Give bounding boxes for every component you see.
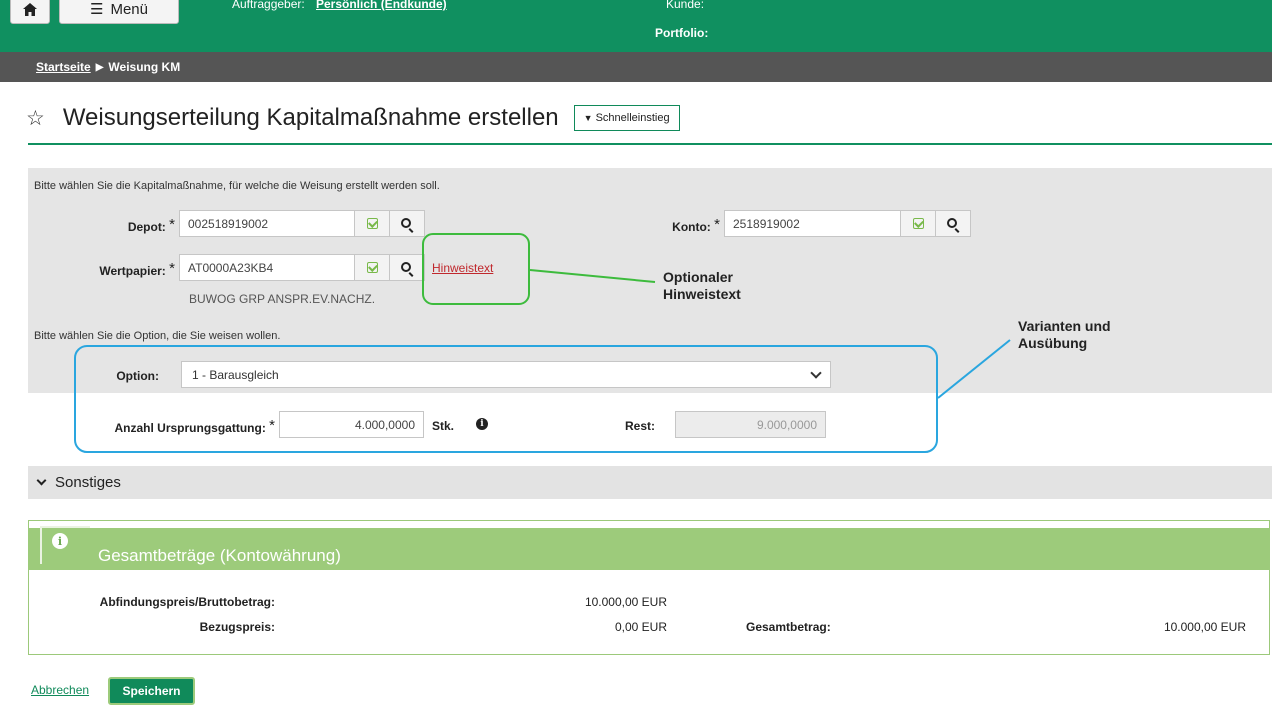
title-row: ☆ Weisungserteilung Kapitalmaßnahme erst… xyxy=(26,104,680,132)
totals-tab: i xyxy=(40,526,90,564)
depot-search-button[interactable] xyxy=(389,210,425,237)
chevron-down-icon xyxy=(36,475,47,486)
wertpapier-label: Wertpapier: * xyxy=(99,260,175,278)
wertpapier-input[interactable]: AT0000A23KB4 xyxy=(179,254,355,281)
wertpapier-confirm-button[interactable] xyxy=(354,254,390,281)
menu-button[interactable]: ☰ Menü xyxy=(59,0,179,24)
save-button[interactable]: Speichern xyxy=(108,677,195,705)
caret-down-icon: ▼ xyxy=(583,113,593,123)
check-square-icon xyxy=(366,218,378,229)
abfindung-value: 10.000,00 EUR xyxy=(584,595,667,609)
home-icon xyxy=(23,2,37,16)
favorite-star-icon[interactable]: ☆ xyxy=(26,108,45,129)
variant-callout-line1: Varianten und xyxy=(1018,318,1111,334)
info-icon: i xyxy=(52,533,68,549)
totals-title: Gesamtbeträge (Kontowährung) xyxy=(98,546,341,565)
hint-callout-line2: Hinweistext xyxy=(663,286,741,302)
totals-header: i Gesamtbeträge (Kontowährung) xyxy=(28,526,1270,570)
konto-search-button[interactable] xyxy=(935,210,971,237)
abfindung-label: Abfindungspreis/Bruttobetrag: xyxy=(99,595,275,609)
kunde-label: Kunde: xyxy=(666,0,705,11)
top-bar: ☰ Menü Auftraggeber: Persönlich (Endkund… xyxy=(0,0,1272,52)
bezug-value: 0,00 EUR xyxy=(614,620,667,634)
page-title: Weisungserteilung Kapitalmaßnahme erstel… xyxy=(62,104,559,131)
breadcrumb-home-link[interactable]: Startseite xyxy=(36,60,91,74)
quick-entry-label: Schnelleinstieg xyxy=(595,112,670,124)
search-icon xyxy=(947,217,957,228)
auftraggeber-label: Auftraggeber: xyxy=(232,0,305,11)
check-square-icon xyxy=(912,218,924,229)
konto-confirm-button[interactable] xyxy=(900,210,936,237)
home-button[interactable] xyxy=(10,0,50,24)
konto-input[interactable]: 2518919002 xyxy=(724,210,901,237)
breadcrumb-arrow-icon: ▶ xyxy=(95,61,104,73)
option-annotation-box xyxy=(74,345,938,453)
portfolio-label: Portfolio: xyxy=(655,26,709,40)
sonstiges-label: Sonstiges xyxy=(55,474,121,491)
quick-entry-button[interactable]: ▼ Schnelleinstieg xyxy=(573,105,680,131)
variant-callout-line2: Ausübung xyxy=(1018,335,1088,351)
hint-callout-line1: Optionaler xyxy=(663,269,734,285)
depot-confirm-button[interactable] xyxy=(354,210,390,237)
totals-card: i Gesamtbeträge (Kontowährung) Abfindung… xyxy=(28,520,1270,655)
bezug-label: Bezugspreis: xyxy=(199,620,275,634)
title-divider xyxy=(28,143,1272,145)
breadcrumb-current: Weisung KM xyxy=(108,60,181,74)
check-square-icon xyxy=(366,262,378,273)
security-name: BUWOG GRP ANSPR.EV.NACHZ. xyxy=(189,292,376,306)
depot-label: Depot: * xyxy=(127,216,175,234)
wertpapier-search-button[interactable] xyxy=(389,254,425,281)
sonstiges-toggle[interactable]: Sonstiges xyxy=(28,466,1272,499)
gesamt-label: Gesamtbetrag: xyxy=(746,620,831,634)
cancel-link[interactable]: Abbrechen xyxy=(31,683,89,697)
intro-text-option: Bitte wählen Sie die Option, die Sie wei… xyxy=(34,330,281,342)
search-icon xyxy=(401,261,411,272)
breadcrumb: Startseite ▶ Weisung KM xyxy=(0,52,1272,82)
hint-annotation-box xyxy=(422,233,530,305)
auftraggeber-link[interactable]: Persönlich (Endkunde) xyxy=(316,0,447,11)
search-icon xyxy=(401,217,411,228)
gesamt-value: 10.000,00 EUR xyxy=(1163,620,1246,634)
konto-label: Konto: * xyxy=(672,216,720,234)
depot-input[interactable]: 002518919002 xyxy=(179,210,355,237)
intro-text-measure: Bitte wählen Sie die Kapitalmaßnahme, fü… xyxy=(34,180,440,192)
menu-label: Menü xyxy=(110,0,148,18)
hamburger-icon: ☰ xyxy=(90,1,104,18)
